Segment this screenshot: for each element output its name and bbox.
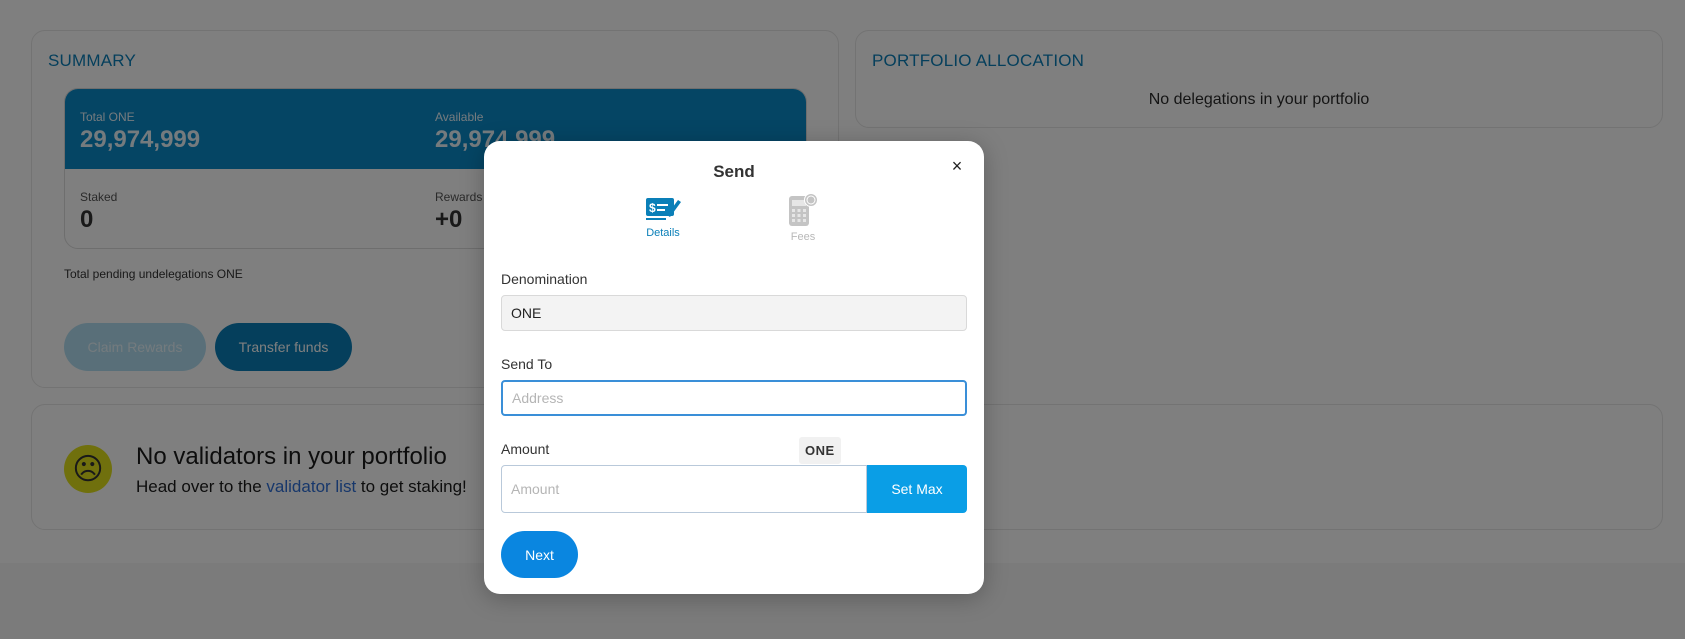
calculator-icon <box>789 193 818 226</box>
denomination-label: Denomination <box>501 271 588 287</box>
modal-title: Send <box>713 162 755 181</box>
step-fees[interactable]: Fees <box>758 193 848 243</box>
amount-label: Amount <box>501 441 550 457</box>
send-modal: Send × $ Details Fees Denomination ONE S… <box>484 141 984 594</box>
step-fees-label: Fees <box>790 231 816 243</box>
denomination-field[interactable]: ONE <box>501 295 967 331</box>
send-to-label: Send To <box>501 356 553 372</box>
step-details-label: Details <box>646 227 680 239</box>
step-details[interactable]: $ Details <box>618 193 708 239</box>
close-icon[interactable]: × <box>946 155 968 177</box>
check-writing-icon: $ <box>646 198 681 220</box>
next-button[interactable]: Next <box>501 531 578 578</box>
send-to-address-input[interactable] <box>501 380 967 416</box>
amount-input[interactable] <box>501 465 867 513</box>
svg-text:$: $ <box>649 201 656 215</box>
set-max-button[interactable]: Set Max <box>867 465 967 513</box>
amount-unit-badge: ONE <box>799 437 841 464</box>
